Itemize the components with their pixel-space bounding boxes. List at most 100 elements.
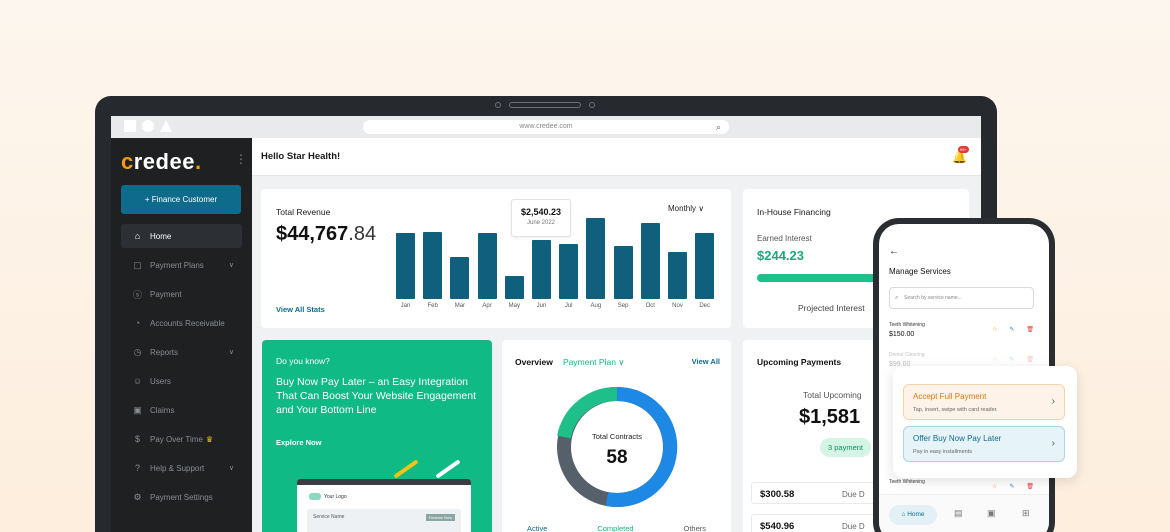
document-icon[interactable]: ▤ <box>954 508 963 519</box>
kebab-menu-icon[interactable]: ⋮ <box>235 152 247 166</box>
briefcase-icon: ▣ <box>133 404 142 415</box>
sidebar: credee. ⋮ + Finance Customer ⌂ Home ▢ Paym… <box>111 138 252 532</box>
credee-logo[interactable]: credee. <box>121 149 202 175</box>
service-search-input[interactable]: ⌕ Search by service name... <box>889 287 1034 309</box>
mini-website-preview: Your Logo Service Name Finance Now <box>297 479 471 532</box>
upcoming-title: Upcoming Payments <box>757 357 842 367</box>
bar-jul[interactable] <box>559 244 579 299</box>
sidebar-item-pay-over-time[interactable]: $ Pay Over Time ♛ <box>121 427 242 451</box>
payment-plan-dropdown[interactable]: Payment Plan ∨ <box>563 357 625 368</box>
grid-icon[interactable]: ⊞ <box>1022 508 1030 519</box>
bell-icon[interactable]: 🔔 99+ <box>952 146 969 164</box>
bar-label: Oct <box>645 303 655 309</box>
edit-icon[interactable]: ✎ <box>1009 356 1014 363</box>
notification-badge: 99+ <box>958 146 969 153</box>
search-icon[interactable]: ⌕ <box>716 120 721 134</box>
sidebar-item-payment[interactable]: ⓢ Payment <box>121 282 242 306</box>
circle-icon <box>142 120 154 132</box>
bar-label: Dec <box>699 303 711 309</box>
bar-label: Sep <box>617 303 629 309</box>
sidebar-item-users[interactable]: ☺ Users <box>121 369 242 393</box>
crown-icon: ♛ <box>205 434 214 444</box>
trash-icon[interactable]: 🗑 <box>1026 483 1034 490</box>
browser-bar: www.credee.com ⌕ <box>111 116 981 138</box>
bar-jan[interactable] <box>396 233 415 299</box>
bar-dec[interactable] <box>695 233 715 299</box>
donut-segment-completed <box>557 386 618 439</box>
bar-oct[interactable] <box>640 223 660 299</box>
upcoming-total-label: Total Upcoming <box>803 390 862 400</box>
payment-options-popup: Accept Full Payment Tap, insert, swipe w… <box>893 366 1077 478</box>
star-icon[interactable]: ☆ <box>992 326 997 333</box>
sidebar-item-payment-plans[interactable]: ▢ Payment Plans ∨ <box>121 253 242 277</box>
sidebar-item-accounts-receivable[interactable]: ◔ Accounts Receivable <box>121 311 242 335</box>
bar-label: Feb <box>427 303 438 309</box>
bar-mar[interactable] <box>450 257 470 299</box>
mini-service-row: Service Name Finance Now <box>307 509 461 532</box>
contracts-donut-chart: Total Contracts 58 <box>557 386 678 507</box>
bar-nov[interactable] <box>668 252 687 299</box>
explore-now-link[interactable]: Explore Now <box>276 438 321 447</box>
tab-active[interactable]: Active <box>527 524 547 532</box>
bar-apr[interactable] <box>477 233 497 299</box>
wallet-icon[interactable]: ▣ <box>987 508 996 519</box>
offer-bnpl-option[interactable]: Offer Buy Now Pay Later Pay in easy inst… <box>903 426 1065 462</box>
home-icon: ⌂ <box>134 231 141 241</box>
triangle-icon <box>160 120 172 132</box>
service-list-item[interactable]: Teeth Whitening ☆ ✎ 🗑 <box>889 479 1039 490</box>
main-content: Hello Star Health! 🔔 99+ Total Revenue $4… <box>252 138 981 532</box>
sidebar-item-reports[interactable]: ◷ Reports ∨ <box>121 340 242 364</box>
bar-label: Jan <box>400 303 411 309</box>
tab-completed[interactable]: Completed <box>597 524 633 532</box>
trash-icon[interactable]: 🗑 <box>1026 356 1034 363</box>
edit-icon[interactable]: ✎ <box>1009 483 1014 490</box>
star-icon[interactable]: ☆ <box>992 483 997 490</box>
projected-interest-label: Projected Interest <box>798 303 865 313</box>
dollar-circle-icon: ⓢ <box>132 289 142 300</box>
tab-others[interactable]: Others <box>684 524 707 532</box>
sidebar-item-home[interactable]: ⌂ Home <box>121 224 242 248</box>
view-all-link[interactable]: View All <box>692 357 720 366</box>
url-bar[interactable]: www.credee.com ⌕ <box>363 120 729 134</box>
bar-feb[interactable] <box>423 232 443 299</box>
bar-label: Aug <box>590 303 602 309</box>
url-text: www.credee.com <box>519 123 573 130</box>
revenue-bar-chart: Jan Feb Mar Apr May Jun Jul Aug Sep Oct Nov Dec <box>261 189 731 328</box>
home-icon: ⌂ <box>901 511 906 518</box>
overview-title: Overview <box>515 357 553 367</box>
tooltip-value: $2,540.23 <box>520 207 562 217</box>
bar-label: Jul <box>564 303 573 309</box>
nav-home-button[interactable]: ⌂ Home <box>889 505 937 525</box>
search-icon: ⌕ <box>895 295 899 301</box>
finance-customer-button[interactable]: + Finance Customer <box>121 185 241 214</box>
service-list-item[interactable]: Teeth Whitening $150.00 ☆ ✎ 🗑 <box>889 322 1039 338</box>
promo-card: Do you know? Buy Now Pay Later – an Easy… <box>262 340 492 532</box>
bar-jun[interactable] <box>532 240 551 299</box>
overview-card: Overview Payment Plan ∨ View All Total C… <box>502 340 731 532</box>
back-arrow-icon[interactable]: ← <box>889 246 899 257</box>
bar-label: Apr <box>482 303 492 309</box>
overview-tabs: Active Completed Others <box>502 524 731 532</box>
promo-question: Do you know? <box>276 356 330 366</box>
page-title: Hello Star Health! <box>261 151 341 162</box>
sidebar-item-claims[interactable]: ▣ Claims <box>121 398 242 422</box>
sidebar-item-payment-settings[interactable]: ⚙ Payment Settings <box>121 485 242 509</box>
bar-aug[interactable] <box>586 218 606 299</box>
sidebar-item-help-support[interactable]: ? Help & Support ∨ <box>121 456 242 480</box>
money-icon: $ <box>134 434 140 444</box>
earned-interest-value: $244.23 <box>757 248 804 263</box>
edit-icon[interactable]: ✎ <box>1009 326 1014 333</box>
inhouse-title: In-House Financing <box>757 207 831 217</box>
document-icon: ▢ <box>133 259 142 270</box>
bar-label: Mar <box>454 303 466 309</box>
bar-may[interactable] <box>504 276 524 299</box>
interest-progress-fill <box>757 274 877 282</box>
bar-sep[interactable] <box>613 246 633 299</box>
pencil-decoration <box>393 459 419 479</box>
star-icon[interactable]: ☆ <box>992 356 997 363</box>
bar-label: Jun <box>536 303 547 309</box>
accept-full-payment-option[interactable]: Accept Full Payment Tap, insert, swipe w… <box>903 384 1065 420</box>
square-icon <box>124 120 136 132</box>
trash-icon[interactable]: 🗑 <box>1026 326 1034 333</box>
chevron-right-icon: › <box>1051 396 1055 407</box>
